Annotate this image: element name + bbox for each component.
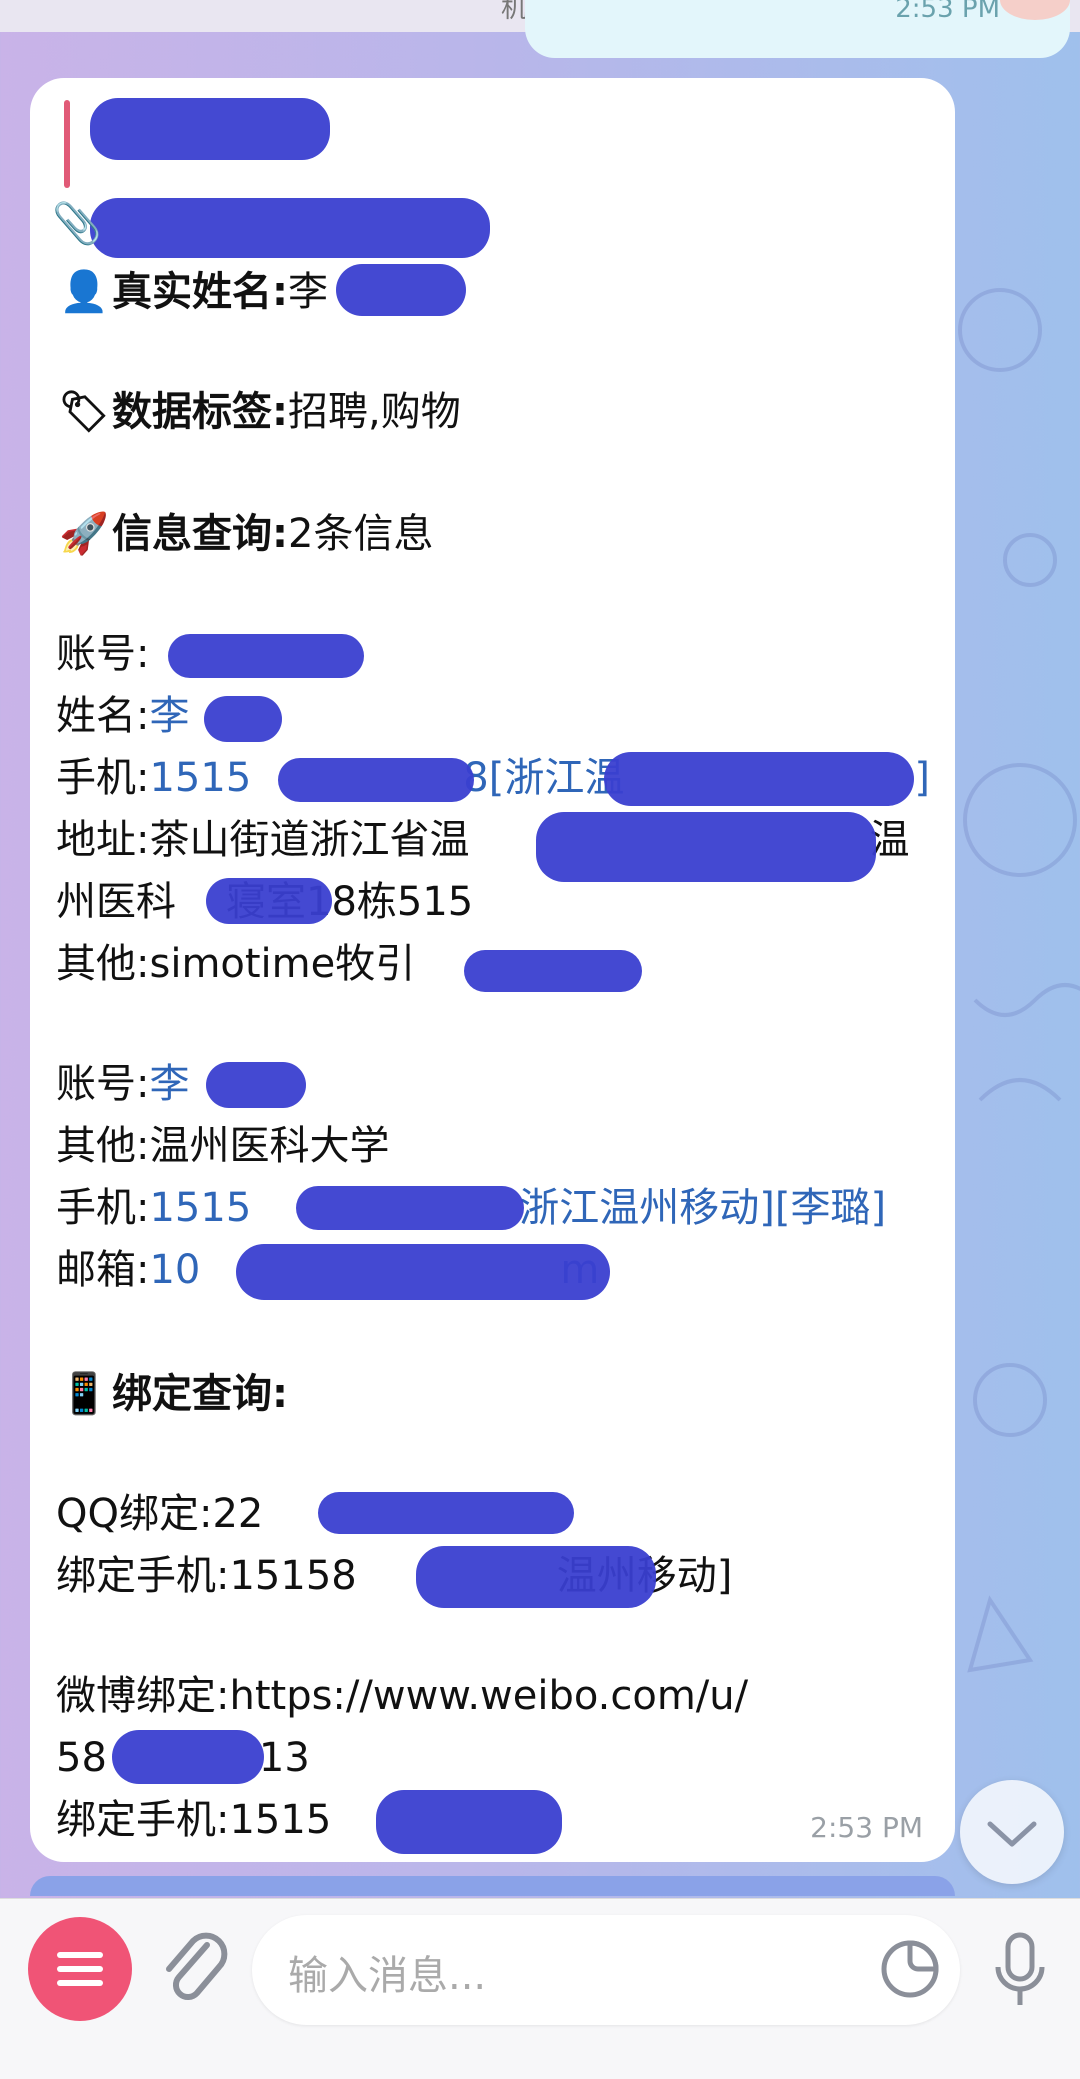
rocket-icon: 🚀 <box>59 511 109 557</box>
redaction-mark <box>112 1730 264 1784</box>
menu-button[interactable] <box>28 1917 132 2021</box>
redaction-mark <box>206 1062 306 1108</box>
message-bubble[interactable]: 📎 👤真实姓名:李 🏷数据标签:招聘,购物 🚀信息查询:2条信息 账号: 姓名:… <box>30 78 955 1862</box>
redaction-mark <box>318 1492 574 1534</box>
redaction-mark <box>204 696 282 742</box>
sticker-button[interactable] <box>878 1937 942 2001</box>
reply-quote-bar <box>64 100 70 188</box>
redaction-mark <box>376 1790 562 1854</box>
message-input-placeholder: 输入消息... <box>288 1953 487 1999</box>
microphone-icon <box>995 1932 1045 2005</box>
phone-icon: 📱 <box>59 1371 109 1417</box>
weibo-binding: 微博绑定:https://www.weibo.com/u/ <box>56 1673 749 1719</box>
next-message-bubble[interactable] <box>30 1876 955 1896</box>
info-query-row: 🚀信息查询:2条信息 <box>56 508 433 560</box>
paperclip-icon: 📎 <box>52 201 102 247</box>
redaction-mark <box>278 758 474 802</box>
previous-message-bubble: 2:53 PM <box>525 0 1070 58</box>
record1-account: 账号: <box>56 631 150 677</box>
redaction-mark <box>90 98 330 160</box>
redaction-mark <box>336 264 466 316</box>
binding-query-row: 📱绑定查询: <box>56 1368 288 1420</box>
chevron-down-icon <box>987 1821 1037 1847</box>
paperclip-icon <box>166 1932 228 2001</box>
redaction-mark <box>604 752 914 806</box>
redaction-mark <box>536 812 876 882</box>
message-time: 2:53 PM <box>810 1811 923 1844</box>
microphone-button[interactable] <box>990 1929 1050 2013</box>
message-composer: 输入消息... <box>0 1898 1080 2079</box>
scroll-down-button[interactable] <box>960 1780 1064 1884</box>
qq-binding: QQ绑定:22 <box>56 1491 264 1537</box>
person-icon: 👤 <box>59 269 109 315</box>
redaction-mark <box>296 1186 524 1230</box>
redaction-mark <box>90 198 490 258</box>
redaction-mark <box>206 878 332 924</box>
attach-button[interactable] <box>155 1927 235 2011</box>
data-tags-row: 🏷数据标签:招聘,购物 <box>56 386 461 438</box>
redaction-mark <box>236 1244 610 1300</box>
record1-name: 姓名:李 <box>56 693 190 739</box>
redaction-mark <box>168 634 364 678</box>
menu-icon <box>57 1952 103 1986</box>
message-input[interactable]: 输入消息... <box>252 1915 960 2025</box>
record1-other: 其他:simotime牧引 <box>56 941 416 987</box>
redaction-mark <box>416 1546 656 1608</box>
redaction-mark <box>464 950 642 992</box>
record2-account: 账号:李 <box>56 1061 190 1107</box>
weibo-bound-phone: 绑定手机:1515 <box>56 1797 332 1843</box>
previous-message-time: 2:53 PM <box>895 0 1000 24</box>
sticker-icon <box>881 1940 939 1998</box>
real-name-row: 👤真实姓名:李 <box>56 266 328 318</box>
tag-icon: 🏷 <box>58 389 110 435</box>
record2-other: 其他:温州医科大学 <box>56 1123 390 1169</box>
